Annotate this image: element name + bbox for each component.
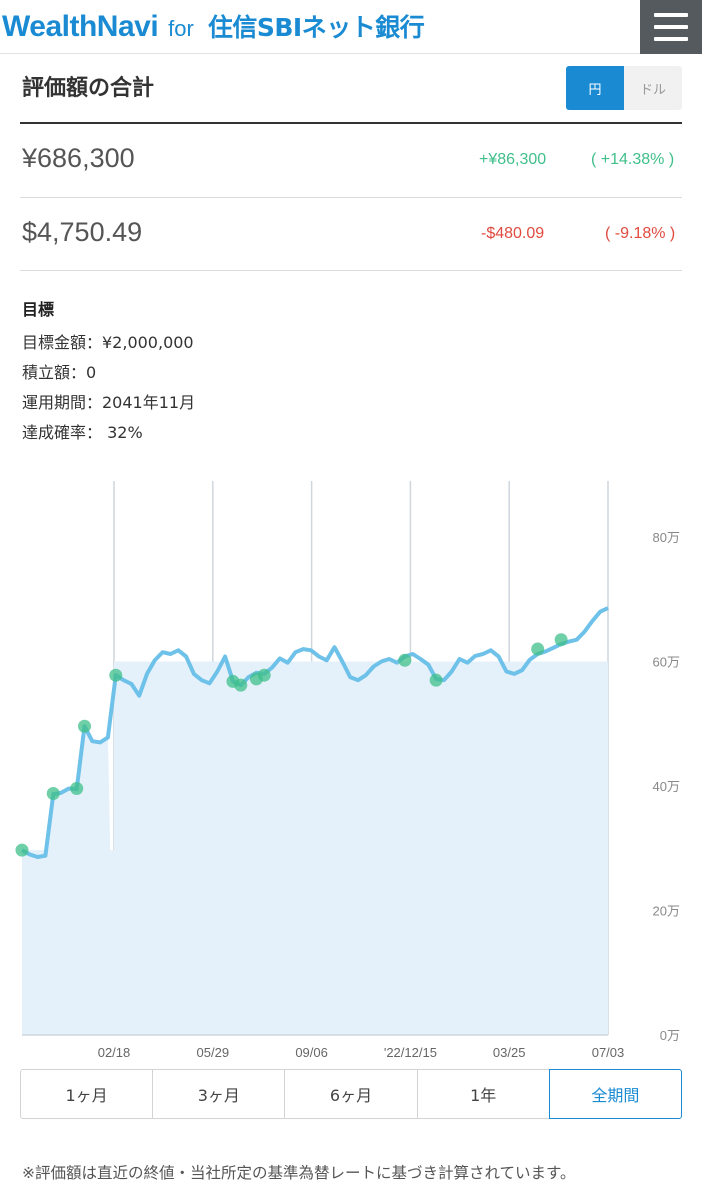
currency-yen-button[interactable]: 円 xyxy=(566,66,624,110)
goal-achievement-rate: 達成確率： 32% xyxy=(22,423,143,442)
row-divider xyxy=(20,270,682,271)
y-tick-label: 20万 xyxy=(653,904,680,919)
goal-heading: 目標 xyxy=(22,300,55,319)
menu-bar xyxy=(654,37,688,41)
menu-bar xyxy=(654,25,688,29)
contribution-area-early xyxy=(22,726,114,1035)
page-title: 評価額の合計 xyxy=(22,76,155,101)
contribution-point xyxy=(257,668,271,682)
asset-chart-svg: 0万 20万 40万 60万 80万 02/18 05/29 09/06 '22/12/15 03… xyxy=(15,481,680,1060)
asset-chart[interactable]: 0万 20万 40万 60万 80万 02/18 05/29 09/06 '22/12/15 03… xyxy=(0,475,702,1065)
brand-name: WealthNavi xyxy=(2,10,159,43)
yen-total-value: ¥686,300 xyxy=(22,143,135,173)
menu-bar xyxy=(654,13,688,17)
currency-toggle: 円 ドル xyxy=(566,66,682,110)
y-tick-label: 40万 xyxy=(653,779,680,794)
row-divider xyxy=(20,197,682,198)
contribution-point xyxy=(554,633,568,647)
usd-total-value: $4,750.49 xyxy=(22,217,143,247)
x-tick-label: 07/03 xyxy=(592,1045,625,1060)
footnote: ※評価額は直近の終値・当社所定の基準為替レートに基づき計算されています。 xyxy=(22,1164,576,1182)
goal-period: 運用期間：2041年11月 xyxy=(22,393,196,412)
yen-change: +¥86,300 xyxy=(479,151,547,168)
period-button[interactable]: 全期間 xyxy=(548,1069,683,1119)
y-tick-label: 80万 xyxy=(653,530,680,545)
goal-monthly-contribution: 積立額：0 xyxy=(22,363,97,382)
contribution-point xyxy=(78,719,92,733)
title-divider xyxy=(20,122,682,124)
x-tick-label: 03/25 xyxy=(493,1045,526,1060)
brand-for: for xyxy=(168,16,194,41)
x-tick-label: '22/12/15 xyxy=(384,1045,437,1060)
y-tick-label: 60万 xyxy=(653,655,680,670)
brand-logo[interactable]: WealthNavi for 住信SBIネット銀行 xyxy=(2,8,425,44)
x-tick-label: 09/06 xyxy=(295,1045,328,1060)
period-button[interactable]: 6ヶ月 xyxy=(284,1069,418,1119)
y-tick-label: 0万 xyxy=(660,1028,680,1043)
contribution-point xyxy=(234,678,248,692)
goal-target-amount: 目標金額：¥2,000,000 xyxy=(22,333,194,352)
usd-change: -$480.09 xyxy=(481,225,545,242)
period-button[interactable]: 1ヶ月 xyxy=(20,1069,154,1119)
x-tick-label: 02/18 xyxy=(98,1045,131,1060)
brand-bank: 住信SBIネット銀行 xyxy=(207,13,425,42)
contribution-point xyxy=(531,642,545,656)
period-selector: 1ヶ月 3ヶ月 6ヶ月 1年 全期間 xyxy=(20,1069,683,1119)
contribution-point xyxy=(15,843,29,857)
contribution-point xyxy=(109,668,123,682)
currency-dollar-button[interactable]: ドル xyxy=(624,66,682,110)
contribution-point xyxy=(398,653,412,667)
period-button[interactable]: 3ヶ月 xyxy=(152,1069,286,1119)
app-header: WealthNavi for 住信SBIネット銀行 xyxy=(0,0,702,54)
hamburger-menu-icon[interactable] xyxy=(640,0,702,54)
yen-change-pct: ( +14.38% ) xyxy=(591,151,675,168)
contribution-point xyxy=(46,786,60,800)
usd-change-pct: ( -9.18% ) xyxy=(605,225,676,242)
contribution-point xyxy=(70,781,84,795)
period-button[interactable]: 1年 xyxy=(416,1069,550,1119)
contribution-point xyxy=(429,673,443,687)
x-tick-label: 05/29 xyxy=(197,1045,230,1060)
